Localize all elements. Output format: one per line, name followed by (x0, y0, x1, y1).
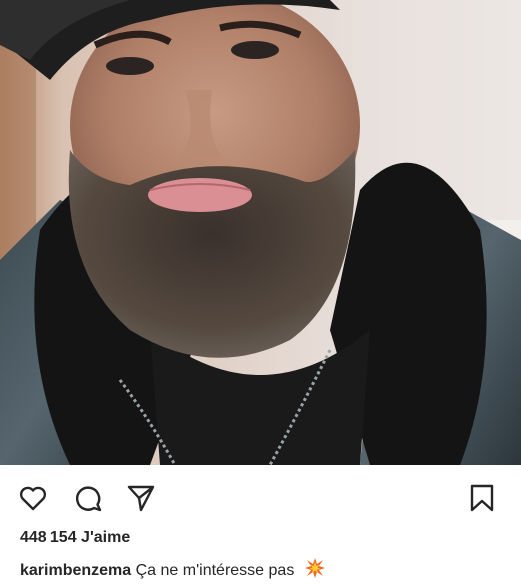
post-caption: karimbenzema Ça ne m'intéresse pas (20, 558, 325, 583)
collision-icon (304, 558, 325, 583)
send-icon (127, 485, 155, 512)
comment-button[interactable] (73, 483, 103, 513)
action-bar (0, 465, 521, 527)
instagram-post: 448 154 J'aime karimbenzema Ça ne m'inté… (0, 0, 521, 587)
comment-icon (75, 486, 102, 512)
bookmark-icon (470, 484, 494, 512)
likes-count[interactable]: 448 154 J'aime (20, 529, 130, 547)
save-button[interactable] (467, 483, 497, 513)
likes-label: J'aime (81, 529, 131, 546)
caption-text: Ça ne m'intéresse pas (135, 562, 295, 579)
post-photo[interactable] (0, 0, 521, 465)
selfie-image (0, 0, 521, 465)
like-button[interactable] (18, 483, 48, 513)
caption-username[interactable]: karimbenzema (20, 562, 131, 579)
share-button[interactable] (126, 483, 156, 513)
heart-icon (19, 486, 47, 511)
likes-number: 448 154 (20, 529, 77, 546)
